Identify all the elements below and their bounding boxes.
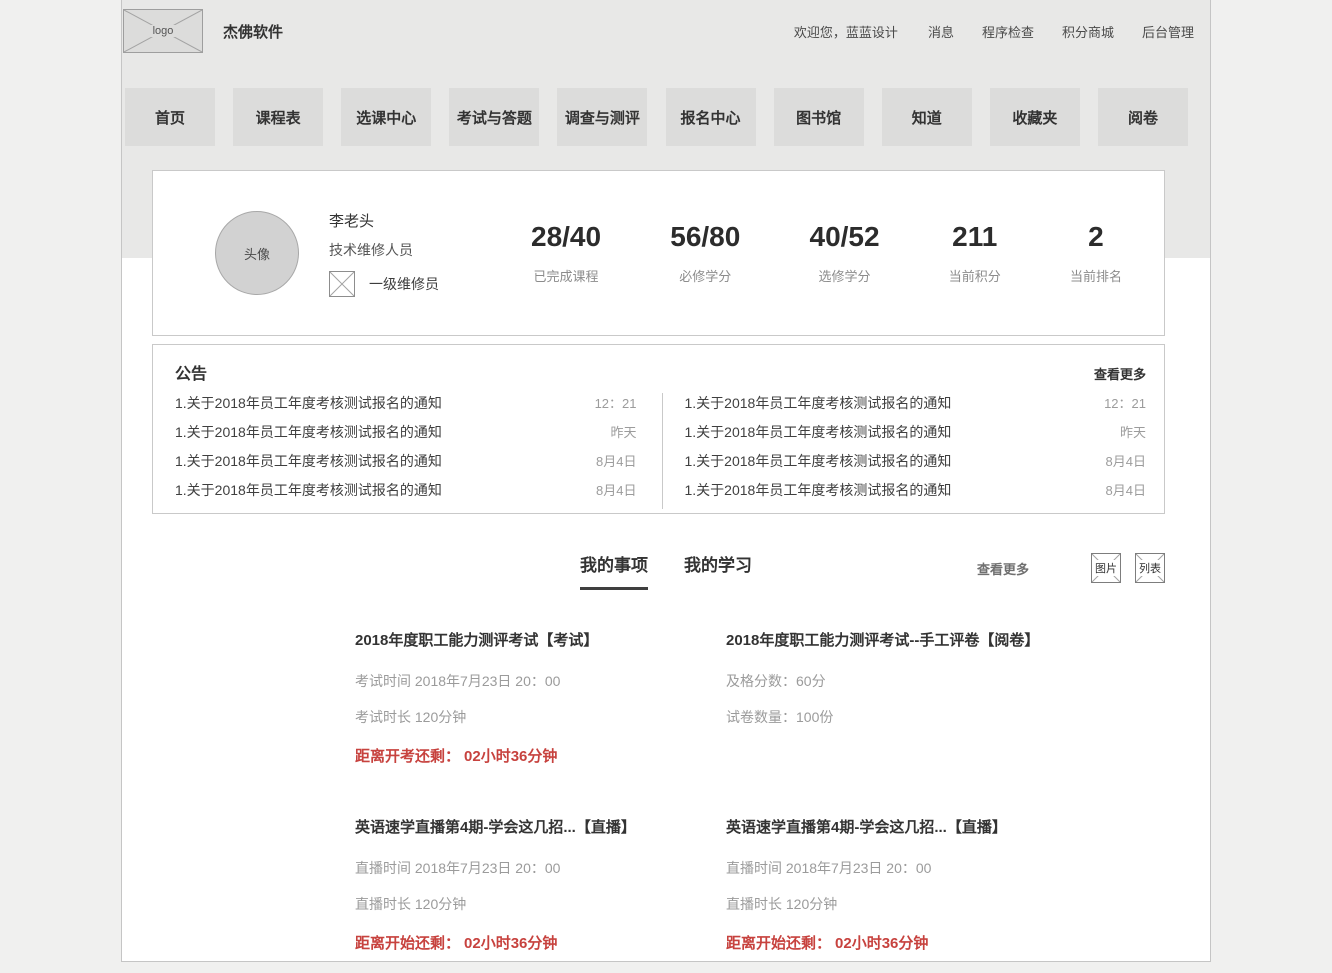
badge-placeholder-icon (329, 271, 355, 297)
announcement-item[interactable]: 1.关于2018年员工年度考核测试报名的通知 8月4日 (685, 451, 1147, 480)
card-title[interactable]: 2018年度职工能力测评考试【考试】 (355, 629, 726, 650)
announcement-time: 8月4日 (565, 480, 637, 499)
avatar: 头像 (215, 211, 299, 295)
nav-item-survey[interactable]: 调查与测评 (557, 88, 647, 146)
card-detail-row: 试卷数量：100份 (726, 707, 1126, 727)
stat-label: 当前排名 (1070, 266, 1122, 285)
list-view-icon[interactable]: 列表 (1135, 553, 1165, 583)
announcements-right-column: 1.关于2018年员工年度考核测试报名的通知 12：21 1.关于2018年员工… (663, 393, 1147, 509)
tasks-header: 我的事项 我的学习 查看更多 图片 列表 (122, 551, 1210, 601)
announcement-time: 8月4日 (565, 451, 637, 470)
stat-label: 已完成课程 (531, 266, 601, 285)
task-card-live-2: 英语速学直播第4期-学会这几招...【直播】 直播时间 2018年7月23日 2… (726, 816, 1126, 953)
announcement-item[interactable]: 1.关于2018年员工年度考核测试报名的通知 8月4日 (175, 480, 637, 509)
stat-value: 56/80 (670, 221, 740, 253)
task-card-grading: 2018年度职工能力测评考试--手工评卷【阅卷】 及格分数：60分 试卷数量：1… (726, 629, 1126, 766)
card-detail-row: 考试时间 2018年7月23日 20：00 (355, 671, 726, 691)
nav-item-home[interactable]: 首页 (125, 88, 215, 146)
user-info-card: 头像 李老头 技术维修人员 一级维修员 28/40 已完成课程 56/80 (152, 170, 1165, 336)
tab-my-learning[interactable]: 我的学习 (684, 551, 752, 590)
announcement-time: 12：21 (565, 393, 637, 412)
card-countdown: 距离开始还剩：02小时36分钟 (726, 932, 1126, 953)
nav-item-exams[interactable]: 考试与答题 (449, 88, 539, 146)
user-stats: 28/40 已完成课程 56/80 必修学分 40/52 选修学分 211 当前… (531, 221, 1136, 285)
user-name: 李老头 (329, 210, 439, 231)
stat-completed-courses: 28/40 已完成课程 (531, 221, 601, 285)
user-block: 李老头 技术维修人员 一级维修员 (329, 210, 439, 297)
stat-current-points: 211 当前积分 (949, 221, 1001, 285)
badge-row: 一级维修员 (329, 271, 439, 297)
card-detail-row: 及格分数：60分 (726, 671, 1126, 691)
stat-label: 必修学分 (670, 266, 740, 285)
badge-label: 一级维修员 (369, 274, 439, 294)
announcement-item[interactable]: 1.关于2018年员工年度考核测试报名的通知 12：21 (685, 393, 1147, 422)
task-card-live-1: 英语速学直播第4期-学会这几招...【直播】 直播时间 2018年7月23日 2… (355, 816, 726, 953)
stat-required-credits: 56/80 必修学分 (670, 221, 740, 285)
card-detail-row: 直播时长 120分钟 (726, 894, 1126, 914)
brand-name: 杰佛软件 (223, 21, 283, 42)
nav-item-registration[interactable]: 报名中心 (666, 88, 756, 146)
image-view-icon[interactable]: 图片 (1091, 553, 1121, 583)
announcement-time: 昨天 (1074, 422, 1146, 441)
menu-item-program-check[interactable]: 程序检查 (982, 22, 1034, 41)
announcements-title: 公告 (175, 360, 207, 384)
stat-label: 当前积分 (949, 266, 1001, 285)
stat-current-rank: 2 当前排名 (1070, 221, 1122, 285)
nav-item-course-center[interactable]: 选课中心 (341, 88, 431, 146)
card-detail-row: 直播时长 120分钟 (355, 894, 726, 914)
nav-item-grading[interactable]: 阅卷 (1098, 88, 1188, 146)
stat-elective-credits: 40/52 选修学分 (810, 221, 880, 285)
card-title[interactable]: 英语速学直播第4期-学会这几招...【直播】 (726, 816, 1126, 837)
announcement-item[interactable]: 1.关于2018年员工年度考核测试报名的通知 12：21 (175, 393, 637, 422)
main-nav: 首页 课程表 选课中心 考试与答题 调查与测评 报名中心 图书馆 知道 收藏夹 … (122, 62, 1210, 146)
announcements-columns: 1.关于2018年员工年度考核测试报名的通知 12：21 1.关于2018年员工… (175, 393, 1146, 509)
card-countdown: 距离开考还剩：02小时36分钟 (355, 745, 726, 766)
announcement-item[interactable]: 1.关于2018年员工年度考核测试报名的通知 昨天 (175, 422, 637, 451)
announcement-time: 昨天 (565, 422, 637, 441)
welcome-text: 欢迎您，蓝蓝设计 (794, 22, 898, 41)
nav-item-schedule[interactable]: 课程表 (233, 88, 323, 146)
tasks-view-more[interactable]: 查看更多 (977, 559, 1029, 578)
nav-item-favorites[interactable]: 收藏夹 (990, 88, 1080, 146)
menu-item-admin[interactable]: 后台管理 (1142, 22, 1194, 41)
stat-value: 40/52 (810, 221, 880, 253)
announcement-time: 8月4日 (1074, 451, 1146, 470)
announcements-header: 公告 查看更多 (175, 360, 1146, 384)
card-detail-row: 直播时间 2018年7月23日 20：00 (355, 858, 726, 878)
task-card-exam: 2018年度职工能力测评考试【考试】 考试时间 2018年7月23日 20：00… (355, 629, 726, 766)
announcement-item[interactable]: 1.关于2018年员工年度考核测试报名的通知 8月4日 (175, 451, 637, 480)
announcements-left-column: 1.关于2018年员工年度考核测试报名的通知 12：21 1.关于2018年员工… (175, 393, 663, 509)
stat-value: 28/40 (531, 221, 601, 253)
announcement-item[interactable]: 1.关于2018年员工年度考核测试报名的通知 8月4日 (685, 480, 1147, 509)
stat-value: 2 (1070, 221, 1122, 253)
announcement-time: 8月4日 (1074, 480, 1146, 499)
card-title[interactable]: 英语速学直播第4期-学会这几招...【直播】 (355, 816, 726, 837)
page-container: logo 杰佛软件 欢迎您，蓝蓝设计 消息 程序检查 积分商城 后台管理 首页 … (121, 0, 1211, 962)
card-detail-row: 直播时间 2018年7月23日 20：00 (726, 858, 1126, 878)
tab-my-tasks[interactable]: 我的事项 (580, 551, 648, 590)
announcements-panel: 公告 查看更多 1.关于2018年员工年度考核测试报名的通知 12：21 1.关… (152, 344, 1165, 514)
announcements-view-more[interactable]: 查看更多 (1094, 364, 1146, 383)
menu-item-points-mall[interactable]: 积分商城 (1062, 22, 1114, 41)
announcement-time: 12：21 (1074, 393, 1146, 412)
nav-item-library[interactable]: 图书馆 (774, 88, 864, 146)
tasks-controls: 查看更多 图片 列表 (977, 553, 1165, 583)
header: logo 杰佛软件 欢迎您，蓝蓝设计 消息 程序检查 积分商城 后台管理 (122, 0, 1210, 62)
header-menu: 欢迎您，蓝蓝设计 消息 程序检查 积分商城 后台管理 (794, 22, 1210, 41)
user-role: 技术维修人员 (329, 240, 439, 260)
card-title[interactable]: 2018年度职工能力测评考试--手工评卷【阅卷】 (726, 629, 1126, 650)
card-countdown: 距离开始还剩：02小时36分钟 (355, 932, 726, 953)
announcement-item[interactable]: 1.关于2018年员工年度考核测试报名的通知 昨天 (685, 422, 1147, 451)
task-cards-grid: 2018年度职工能力测评考试【考试】 考试时间 2018年7月23日 20：00… (355, 629, 1210, 953)
menu-item-messages[interactable]: 消息 (928, 22, 954, 41)
stat-label: 选修学分 (810, 266, 880, 285)
logo-placeholder: logo (123, 9, 203, 53)
logo-label: logo (150, 25, 177, 37)
nav-item-know[interactable]: 知道 (882, 88, 972, 146)
card-detail-row: 考试时长 120分钟 (355, 707, 726, 727)
stat-value: 211 (949, 221, 1001, 253)
